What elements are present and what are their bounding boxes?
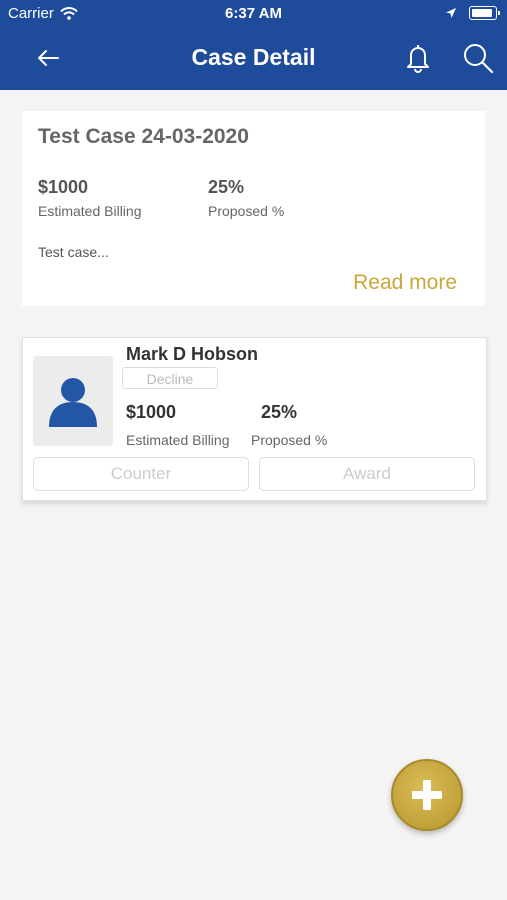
- case-title: Test Case 24-03-2020: [38, 125, 249, 148]
- add-button[interactable]: [391, 759, 463, 831]
- award-button[interactable]: Award: [259, 457, 475, 491]
- bidder-name: Mark D Hobson: [126, 344, 259, 364]
- bid-billing-value: $1000: [126, 402, 177, 422]
- location-arrow-icon: [446, 8, 456, 18]
- status-time: 6:37 AM: [225, 5, 282, 22]
- decline-button[interactable]: Decline: [122, 367, 218, 389]
- case-billing-value: $1000: [38, 177, 89, 197]
- bid-proposed-label: Proposed %: [251, 432, 328, 448]
- search-icon: [464, 44, 494, 74]
- bid-proposed-value: 25%: [261, 402, 298, 422]
- case-billing-label: Estimated Billing: [38, 203, 142, 219]
- bid-card: Mark D Hobson Decline $1000 Estimated Bi…: [22, 337, 487, 501]
- counter-button[interactable]: Counter: [33, 457, 249, 491]
- case-proposed-value: 25%: [208, 177, 245, 197]
- case-summary-card: Test Case 24-03-2020 $1000 Estimated Bil…: [22, 111, 485, 306]
- avatar: [33, 356, 113, 446]
- notifications-button[interactable]: [398, 40, 438, 76]
- status-bar: Carrier 6:37 AM: [0, 0, 507, 28]
- case-description: Test case...: [38, 244, 109, 260]
- bid-billing-label: Estimated Billing: [126, 432, 230, 448]
- bell-icon: [407, 45, 429, 73]
- search-button[interactable]: [458, 40, 498, 76]
- app-header: Carrier 6:37 AM Case Detail: [0, 0, 507, 90]
- person-icon: [49, 378, 97, 427]
- case-proposed-label: Proposed %: [208, 203, 285, 219]
- plus-icon: [412, 780, 442, 810]
- read-more-link[interactable]: Read more: [353, 271, 457, 295]
- status-right: [445, 6, 500, 20]
- battery-icon: [469, 6, 500, 20]
